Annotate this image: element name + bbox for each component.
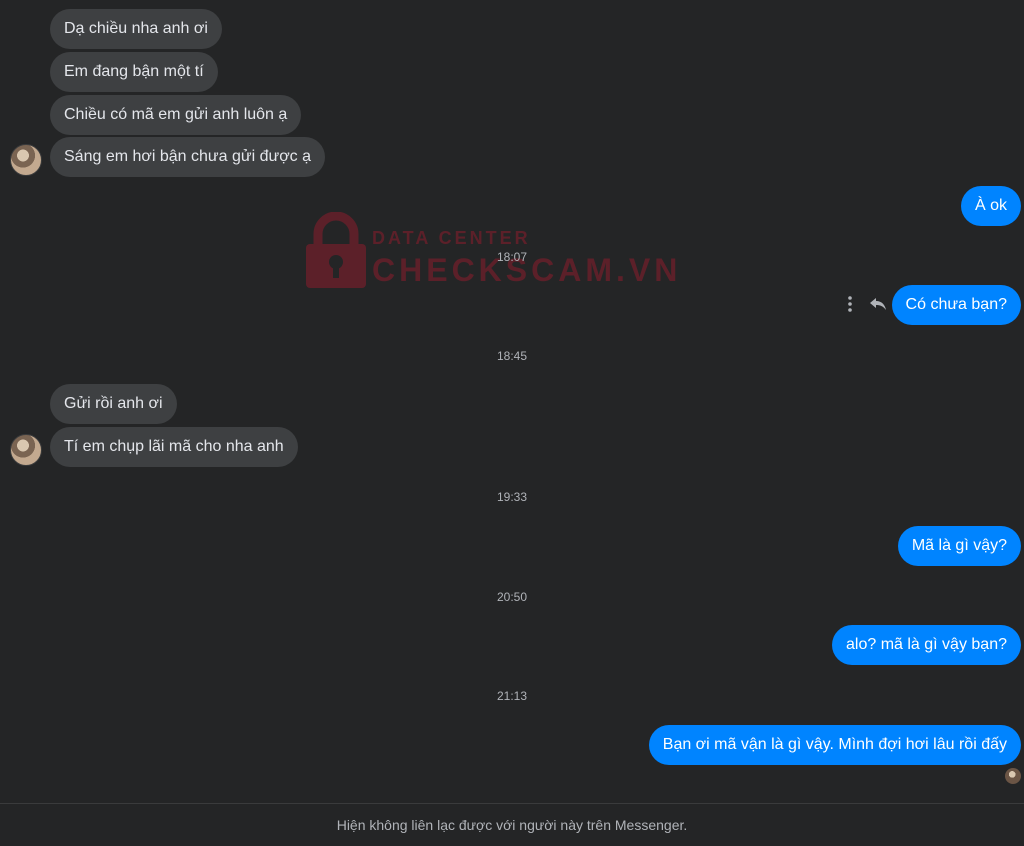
reply-icon[interactable] [868,294,888,314]
incoming-message[interactable]: Sáng em hơi bận chưa gửi được ạ [50,137,326,177]
seen-avatar [1005,768,1021,784]
unavailable-notice: Hiện không liên lạc được với người này t… [0,803,1024,837]
incoming-message[interactable]: Em đang bận một tí [50,52,218,92]
watermark-line1: DATA CENTER [372,228,531,248]
timestamp: 21:13 [496,689,528,703]
outgoing-message[interactable]: Mã là gì vậy? [897,526,1021,566]
incoming-message[interactable]: Tí em chụp lãi mã cho nha anh [50,427,298,467]
timestamp: 20:50 [496,590,528,604]
incoming-message[interactable]: Chiều có mã em gửi anh luôn ạ [50,95,302,135]
message-actions [842,287,888,321]
outgoing-message[interactable]: Có chưa bạn? [891,285,1021,325]
message-thread[interactable]: DATA CENTER CHECKSCAM.VN Dạ chiều nha an… [0,0,1024,803]
contact-avatar[interactable] [10,144,42,176]
timestamp: 18:07 [496,250,528,264]
timestamp: 18:45 [496,349,528,363]
outgoing-message[interactable]: alo? mã là gì vậy bạn? [832,625,1021,665]
more-vertical-icon[interactable] [842,294,858,314]
contact-avatar[interactable] [10,434,42,466]
incoming-message[interactable]: Gửi rồi anh ơi [50,384,177,424]
outgoing-message[interactable]: À ok [960,186,1021,226]
timestamp: 19:33 [496,490,528,504]
incoming-message[interactable]: Dạ chiều nha anh ơi [50,9,222,49]
outgoing-message[interactable]: Bạn ơi mã vận là gì vậy. Mình đợi hơi lâ… [648,725,1021,765]
